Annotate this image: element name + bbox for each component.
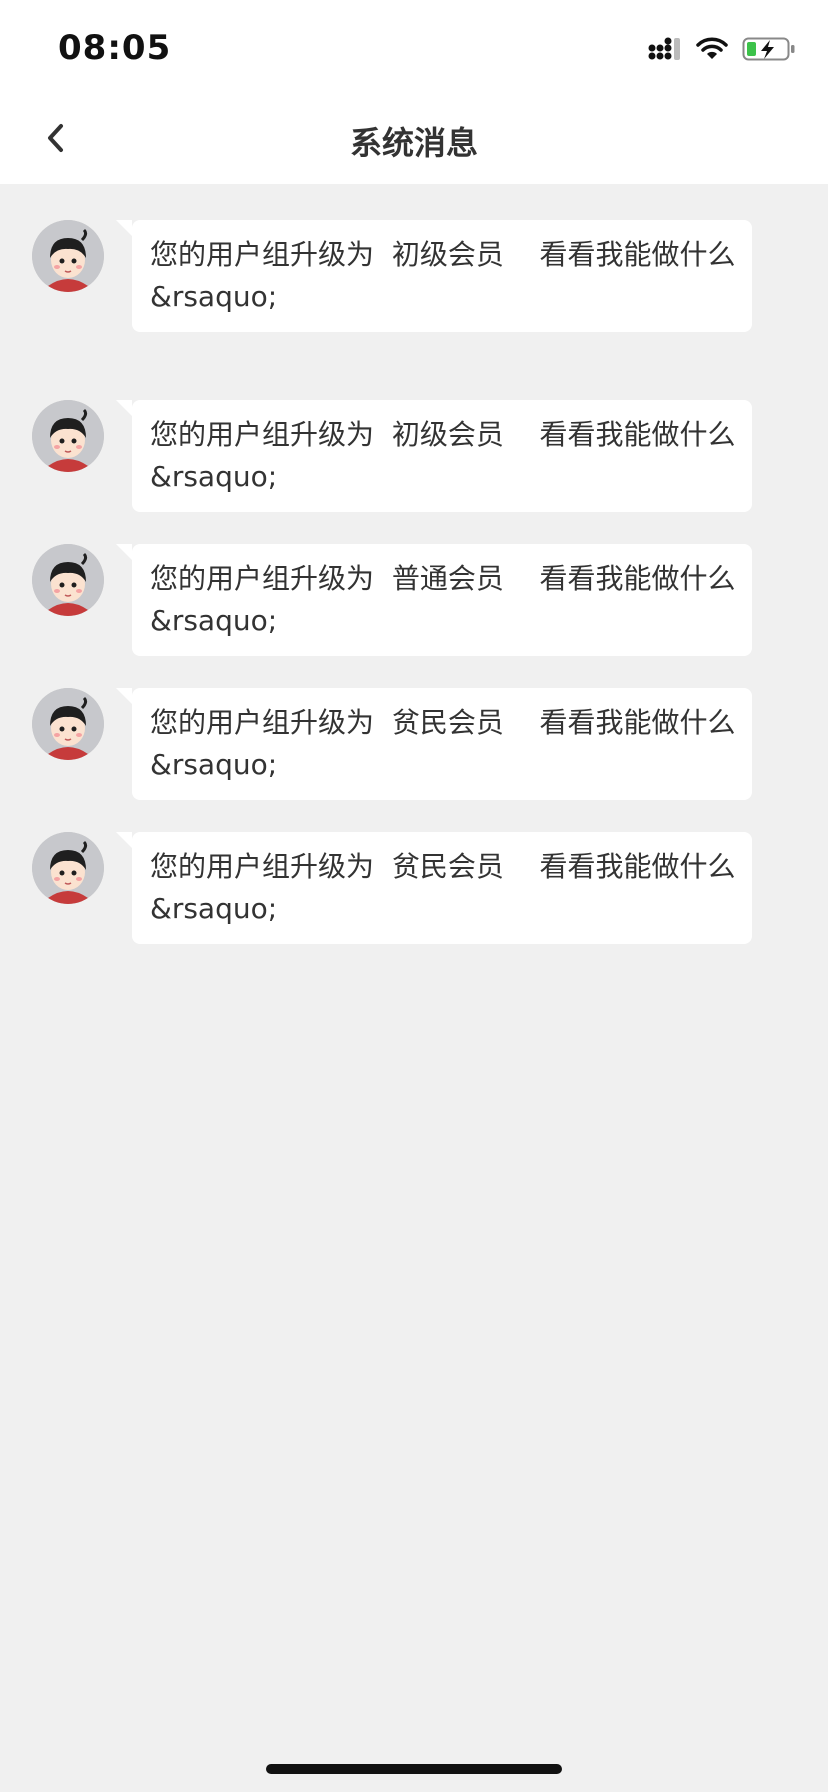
avatar-icon <box>32 220 104 292</box>
message-link[interactable]: 看看我能做什么 <box>539 850 735 883</box>
wifi-icon <box>696 37 728 59</box>
member-level: 初级会员 <box>391 238 504 271</box>
message-entity: &rsaquo; <box>150 280 278 313</box>
status-bar: 08:05 <box>0 0 828 92</box>
message-entity: &rsaquo; <box>150 892 278 925</box>
message-link[interactable]: 看看我能做什么 <box>539 706 735 739</box>
message-list: 您的用户组升级为 初级会员 看看我能做什么 &rsaquo; 您的用户组升级为 … <box>0 184 828 944</box>
message-bubble: 您的用户组升级为 贫民会员 看看我能做什么 &rsaquo; <box>116 688 752 800</box>
avatar-icon <box>32 400 104 472</box>
message-item[interactable]: 您的用户组升级为 初级会员 看看我能做什么 &rsaquo; <box>0 220 828 364</box>
message-entity: &rsaquo; <box>150 460 278 493</box>
message-link[interactable]: 看看我能做什么 <box>539 418 735 451</box>
message-text-line: 您的用户组升级为 普通会员 看看我能做什么 <box>150 558 735 600</box>
message-bubble: 您的用户组升级为 初级会员 看看我能做什么 &rsaquo; <box>116 400 752 512</box>
message-prefix: 您的用户组升级为 <box>150 706 375 739</box>
nav-bar: 系统消息 <box>0 92 828 184</box>
message-entity: &rsaquo; <box>150 604 278 637</box>
member-level: 贫民会员 <box>391 706 504 739</box>
message-link[interactable]: 看看我能做什么 <box>539 562 735 595</box>
cellular-signal-icon <box>648 37 680 60</box>
message-prefix: 您的用户组升级为 <box>150 418 375 451</box>
home-indicator[interactable] <box>266 1764 562 1774</box>
message-link[interactable]: 看看我能做什么 <box>539 238 735 271</box>
member-level: 普通会员 <box>391 562 504 595</box>
message-text-line: 您的用户组升级为 贫民会员 看看我能做什么 <box>150 702 735 744</box>
message-bubble: 您的用户组升级为 贫民会员 看看我能做什么 &rsaquo; <box>116 832 752 944</box>
message-prefix: 您的用户组升级为 <box>150 238 375 271</box>
message-prefix: 您的用户组升级为 <box>150 850 375 883</box>
message-item[interactable]: 您的用户组升级为 初级会员 看看我能做什么 &rsaquo; <box>0 364 828 512</box>
message-item[interactable]: 您的用户组升级为 贫民会员 看看我能做什么 &rsaquo; <box>0 796 828 944</box>
message-item[interactable]: 您的用户组升级为 贫民会员 看看我能做什么 &rsaquo; <box>0 652 828 800</box>
avatar-icon <box>32 688 104 760</box>
message-text-line: 您的用户组升级为 初级会员 看看我能做什么 <box>150 414 735 456</box>
avatar-icon <box>32 544 104 616</box>
page-title: 系统消息 <box>349 124 478 162</box>
status-time: 08:05 <box>58 28 172 68</box>
message-bubble: 您的用户组升级为 普通会员 看看我能做什么 &rsaquo; <box>116 544 752 656</box>
avatar-icon <box>32 832 104 904</box>
member-level: 贫民会员 <box>391 850 504 883</box>
message-text-line: 您的用户组升级为 初级会员 看看我能做什么 <box>150 234 735 276</box>
status-icons <box>648 34 796 64</box>
message-entity: &rsaquo; <box>150 748 278 781</box>
member-level: 初级会员 <box>391 418 504 451</box>
battery-charging-icon <box>742 37 795 61</box>
message-bubble: 您的用户组升级为 初级会员 看看我能做什么 &rsaquo; <box>116 220 752 332</box>
message-prefix: 您的用户组升级为 <box>150 562 375 595</box>
message-item[interactable]: 您的用户组升级为 普通会员 看看我能做什么 &rsaquo; <box>0 508 828 656</box>
message-text-line: 您的用户组升级为 贫民会员 看看我能做什么 <box>150 846 735 888</box>
